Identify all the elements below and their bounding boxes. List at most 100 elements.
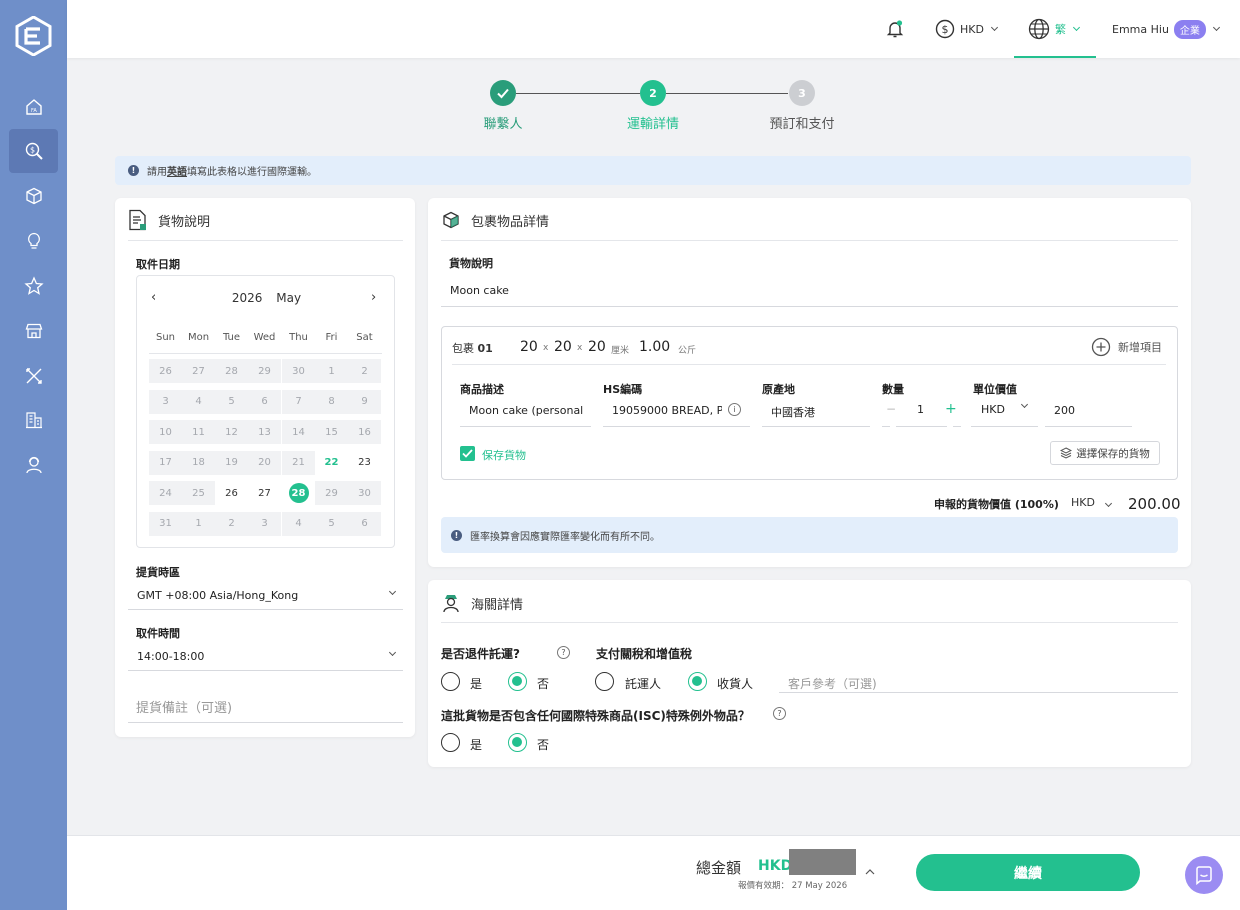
tools-icon (25, 368, 42, 384)
quantity-input[interactable]: 1 (917, 403, 924, 416)
unit-value-input[interactable]: 200 (1054, 404, 1075, 417)
divider (452, 364, 1166, 365)
package-width[interactable]: 20 (554, 339, 572, 355)
field-underline (128, 722, 403, 723)
calendar-day: 11 (182, 420, 215, 444)
value-currency-select[interactable]: HKD (981, 403, 1005, 416)
calendar-day[interactable]: 27 (248, 481, 281, 505)
duty-receiver-label: 收貨人 (717, 677, 754, 691)
duty-receiver-radio[interactable] (688, 672, 707, 691)
declared-currency-select[interactable]: HKD (1071, 496, 1113, 509)
calendar-month: May (276, 291, 302, 305)
exchange-rate-notice: ! 匯率換算會因應實際匯率變化而有所不同。 (441, 517, 1178, 553)
total-amount-label: 總金額 (696, 859, 742, 877)
step-1-done (490, 80, 516, 106)
globe-icon (1028, 18, 1050, 40)
calendar-day[interactable]: 22 (315, 451, 348, 475)
check-icon (497, 88, 509, 99)
calendar-day: 1 (182, 511, 215, 536)
sidebar-item-store[interactable] (9, 309, 58, 353)
lightbulb-icon (27, 232, 40, 249)
calendar-day: 4 (182, 389, 215, 414)
info-icon: ! (451, 529, 462, 541)
svg-text:FA: FA (31, 108, 37, 114)
sidebar-item-rewards[interactable] (9, 264, 58, 308)
language-selector[interactable]: 繁 (1028, 0, 1081, 58)
calendar-day: 8 (315, 389, 348, 414)
customer-reference-input[interactable]: 客戶參考（可選) (788, 675, 877, 692)
help-icon[interactable]: ? (773, 707, 786, 720)
calendar-day: 21 (282, 450, 315, 475)
calendar-day: 28 (215, 359, 248, 383)
goods-desc-input[interactable]: Moon cake (450, 284, 509, 297)
calendar-day: 18 (182, 450, 215, 475)
user-name: Emma Hiu (1112, 22, 1169, 36)
add-item-label: 新增項目 (1118, 341, 1162, 354)
sidebar-item-company[interactable] (9, 398, 58, 442)
isc-no-radio[interactable] (508, 733, 527, 752)
timezone-select[interactable]: GMT +08:00 Asia/Hong_Kong (137, 589, 298, 602)
sidebar-item-home[interactable]: FA (9, 85, 58, 129)
sidebar-item-tools[interactable] (9, 354, 58, 398)
return-yes-radio[interactable] (441, 672, 460, 691)
field-underline (603, 426, 750, 427)
item-desc-header: 商品描述 (460, 383, 504, 396)
isc-yes-label: 是 (470, 738, 483, 752)
calendar-day[interactable]: 23 (348, 451, 381, 475)
choose-saved-goods-button[interactable]: 選擇保存的貨物 (1050, 441, 1160, 465)
quantity-increase-button[interactable]: + (945, 401, 957, 417)
info-circle-icon[interactable]: i (728, 403, 741, 416)
calendar-day: 1 (315, 359, 348, 383)
quantity-decrease-button[interactable]: − (886, 402, 896, 416)
package-length[interactable]: 20 (520, 339, 538, 355)
sidebar-item-support[interactable] (9, 443, 58, 487)
return-no-radio[interactable] (508, 672, 527, 691)
total-expand-button[interactable] (865, 866, 875, 876)
calendar-weekday: Sun (155, 332, 176, 343)
calendar-day: 26 (149, 359, 182, 383)
return-yes-label: 是 (470, 677, 483, 691)
step-connector (666, 93, 788, 94)
add-item-button[interactable]: 新增項目 (1091, 337, 1162, 357)
duty-shipper-radio[interactable] (595, 672, 614, 691)
calendar-day[interactable]: 28 (282, 481, 315, 505)
calendar-day: 20 (248, 450, 281, 475)
chat-support-button[interactable] (1185, 856, 1223, 894)
origin-header: 原產地 (762, 383, 795, 396)
calendar-day: 15 (315, 420, 348, 444)
currency-selector[interactable]: $ HKD (935, 0, 999, 58)
calendar-day[interactable]: 26 (215, 481, 248, 505)
hs-code-input[interactable]: 19059000 BREAD, PA (612, 404, 722, 417)
save-goods-checkbox[interactable] (460, 446, 475, 461)
hs-code-header: HS編碼 (603, 383, 643, 396)
calendar-next-button[interactable]: › (371, 290, 376, 305)
notification-button[interactable] (885, 0, 905, 58)
origin-select[interactable]: 中國香港 (771, 404, 815, 420)
currency-icon: $ (935, 19, 955, 39)
package-weight[interactable]: 1.00 (639, 339, 670, 355)
calendar-weekday: Thu (289, 332, 308, 343)
bell-icon (886, 20, 904, 38)
item-desc-input[interactable]: Moon cake (personal u (469, 404, 583, 417)
help-icon[interactable]: ? (557, 646, 570, 659)
field-underline (441, 306, 1178, 307)
sidebar-item-shipments[interactable] (9, 174, 58, 218)
app-logo[interactable] (15, 15, 52, 57)
package-number: 包裹 01 (452, 340, 493, 356)
calendar-day: 6 (248, 389, 281, 414)
sidebar-item-ideas[interactable] (9, 219, 58, 263)
duty-payer-question: 支付關稅和增值稅 (596, 647, 693, 661)
isc-question: 這批貨物是否包含任何國際特殊商品(ISC)特殊例外物品？ (441, 709, 750, 723)
user-menu[interactable]: Emma Hiu 企業 (1112, 0, 1220, 58)
calendar-day: 17 (149, 450, 182, 475)
calendar-weekday: Fri (325, 332, 338, 343)
pickup-note-input[interactable]: 提貨備註（可選) (136, 697, 232, 716)
package-height[interactable]: 20 (588, 339, 606, 355)
building-icon (25, 412, 42, 429)
pickup-time-select[interactable]: 14:00-18:00 (137, 650, 204, 663)
chevron-down-icon (1105, 499, 1113, 508)
sidebar-item-quote[interactable]: $ (9, 129, 58, 173)
isc-yes-radio[interactable] (441, 733, 460, 752)
package-card-title: 包裹物品詳情 (441, 210, 549, 230)
continue-button[interactable]: 繼續 (916, 854, 1140, 891)
